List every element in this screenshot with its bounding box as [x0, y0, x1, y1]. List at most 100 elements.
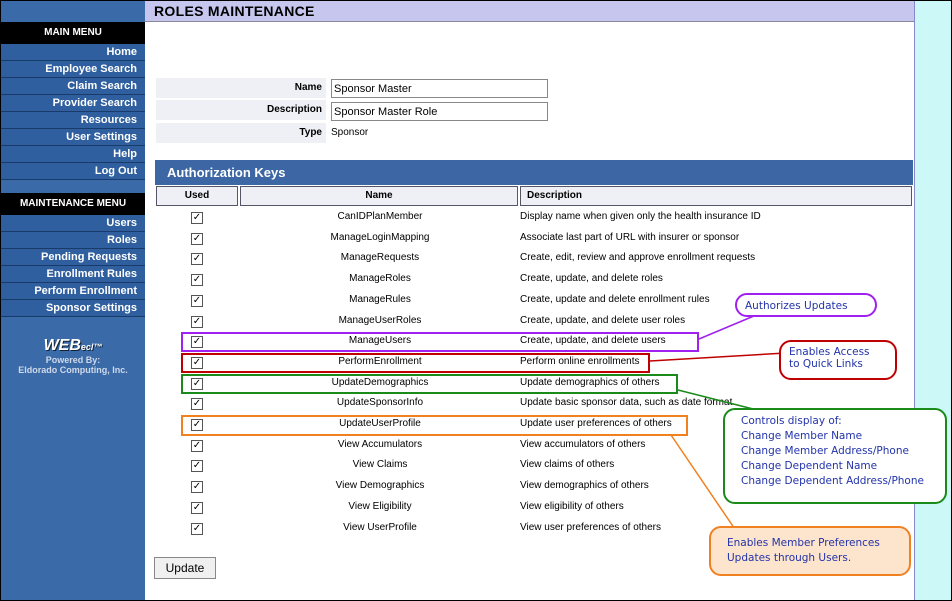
right-margin-strip [914, 1, 951, 600]
callout-controls-line2: Change Member Name [741, 430, 863, 442]
main-menu-item-provider-search[interactable]: Provider Search [1, 95, 145, 112]
key-name: View Demographics [335, 480, 425, 492]
callout-enables-access: Enables Access to Quick Links [779, 340, 897, 380]
authorization-keys-header: Authorization Keys [155, 160, 913, 185]
page-title: ROLES MAINTENANCE [154, 3, 315, 19]
logo-mark: WEBecl™ [44, 337, 103, 355]
key-name: ManageRules [349, 293, 411, 305]
used-checkbox[interactable]: ✓ [191, 253, 203, 266]
key-name: ManageRequests [340, 252, 420, 264]
used-checkbox[interactable]: ✓ [191, 398, 203, 411]
key-description: Update user preferences of others [520, 418, 672, 429]
callout-controls-line4: Change Dependent Name [741, 460, 878, 472]
used-checkbox[interactable]: ✓ [191, 481, 203, 494]
main-menu-item-help[interactable]: Help [1, 146, 145, 163]
key-name: UpdateUserProfile [339, 418, 421, 429]
webecl-logo: WEBecl™ Powered By: Eldorado Computing, … [1, 337, 145, 375]
used-checkbox[interactable]: ✓ [191, 212, 203, 224]
main-menu-title: MAIN MENU [1, 22, 145, 44]
table-row: ✓ ManageRequests Create, edit, review and … [155, 249, 913, 269]
main-menu-item-employee-search[interactable]: Employee Search [1, 61, 145, 78]
logo-brand-suffix: ecl [80, 342, 94, 352]
key-description: Create, update and delete enrollment rul… [520, 293, 710, 305]
used-checkbox[interactable]: ✓ [191, 522, 203, 535]
main-menu: Home Employee Search Claim Search Provider … [1, 44, 145, 180]
key-name: View Accumulators [337, 438, 423, 450]
maintenance-menu-item-sponsor-settings[interactable]: Sponsor Settings [1, 300, 145, 317]
maintenance-menu-item-users[interactable]: Users [1, 215, 145, 232]
key-description: Create, update, and delete roles [520, 273, 663, 285]
key-description: Perform online enrollments [520, 355, 640, 367]
used-checkbox[interactable]: ✓ [191, 377, 203, 390]
callout-controls-display: Controls display of: Change Member Name … [723, 408, 947, 504]
used-checkbox[interactable]: ✓ [191, 356, 203, 369]
table-row: ✓ CanIDPlanMember Display name when given … [155, 208, 913, 228]
used-checkbox[interactable]: ✓ [191, 232, 203, 245]
key-name: View Claims [352, 459, 408, 471]
callout-member-prefs-line1: Enables Member Preferences [727, 537, 880, 549]
key-description: Create, update, and delete user roles [520, 314, 686, 326]
key-description: View user preferences of others [520, 521, 662, 533]
type-value: Sponsor [331, 127, 369, 138]
key-description: Display name when given only the health … [520, 211, 761, 222]
table-row: ✓ ManageLoginMapping Associate last part o… [155, 229, 913, 249]
main-menu-item-resources[interactable]: Resources [1, 112, 145, 129]
key-name: View UserProfile [343, 521, 417, 533]
key-description: Create, update, and delete users [520, 335, 666, 347]
main-menu-item-user-settings[interactable]: User Settings [1, 129, 145, 146]
used-checkbox[interactable]: ✓ [191, 274, 203, 287]
callout-controls-line5: Change Dependent Address/Phone [741, 475, 924, 487]
main-menu-item-log-out[interactable]: Log Out [1, 163, 145, 180]
logo-brand: WEB [43, 337, 81, 354]
app-window: MAIN MENU Home Employee Search Claim Searc… [0, 0, 952, 601]
callout-controls-line1: Controls display of: [741, 415, 842, 427]
column-header-used: Used [156, 186, 238, 206]
key-name: UpdateDemographics [331, 376, 429, 388]
key-description: Create, edit, review and approve enrollm… [520, 252, 756, 264]
callout-member-preferences: Enables Member Preferences Updates throu… [709, 526, 911, 576]
key-name: CanIDPlanMember [337, 211, 423, 222]
key-description: View eligibility of others [520, 500, 624, 512]
callout-enables-access-line1: Enables Access [789, 346, 870, 358]
name-field[interactable] [331, 79, 548, 98]
maintenance-menu-item-enrollment-rules[interactable]: Enrollment Rules [1, 266, 145, 283]
key-description: View demographics of others [520, 480, 649, 492]
company-name: Eldorado Computing, Inc. [18, 365, 128, 375]
key-name: UpdateSponsorInfo [336, 397, 424, 409]
main-menu-item-home[interactable]: Home [1, 44, 145, 61]
key-name: ManageUsers [348, 335, 412, 347]
key-name: ManageUserRoles [338, 314, 422, 326]
logo-tm: ™ [93, 342, 103, 352]
maintenance-menu-item-perform-enrollment[interactable]: Perform Enrollment [1, 283, 145, 300]
callout-enables-access-line2: to Quick Links [789, 358, 863, 370]
description-label: Description [156, 100, 326, 120]
used-checkbox[interactable]: ✓ [191, 419, 203, 431]
title-bar: ROLES MAINTENANCE [145, 1, 914, 22]
menu-gap [1, 180, 145, 193]
callout-authorizes-updates: Authorizes Updates [735, 293, 877, 317]
callout-controls-line3: Change Member Address/Phone [741, 445, 909, 457]
key-name: View Eligibility [348, 500, 412, 512]
update-button[interactable]: Update [154, 557, 216, 579]
maintenance-menu-item-pending-requests[interactable]: Pending Requests [1, 249, 145, 266]
column-header-name: Name [240, 186, 518, 206]
maintenance-menu-item-roles[interactable]: Roles [1, 232, 145, 249]
used-checkbox[interactable]: ✓ [191, 294, 203, 307]
description-field[interactable] [331, 102, 548, 121]
main-menu-item-claim-search[interactable]: Claim Search [1, 78, 145, 95]
used-checkbox[interactable]: ✓ [191, 336, 203, 349]
table-row: ✓ ManageRoles Create, update, and delete r… [155, 270, 913, 290]
name-label: Name [156, 78, 326, 98]
type-label: Type [156, 123, 326, 143]
used-checkbox[interactable]: ✓ [191, 439, 203, 452]
key-description: Update basic sponsor data, such as date … [520, 397, 733, 409]
key-description: Associate last part of URL with insurer … [520, 231, 740, 243]
used-checkbox[interactable]: ✓ [191, 501, 203, 514]
key-name: ManageLoginMapping [330, 231, 430, 243]
used-checkbox[interactable]: ✓ [191, 460, 203, 473]
key-description: Update demographics of others [520, 376, 660, 388]
key-description: View claims of others [520, 459, 615, 471]
maintenance-menu-title: MAINTENANCE MENU [1, 193, 145, 215]
sidebar: MAIN MENU Home Employee Search Claim Searc… [1, 1, 145, 600]
used-checkbox[interactable]: ✓ [191, 315, 203, 328]
